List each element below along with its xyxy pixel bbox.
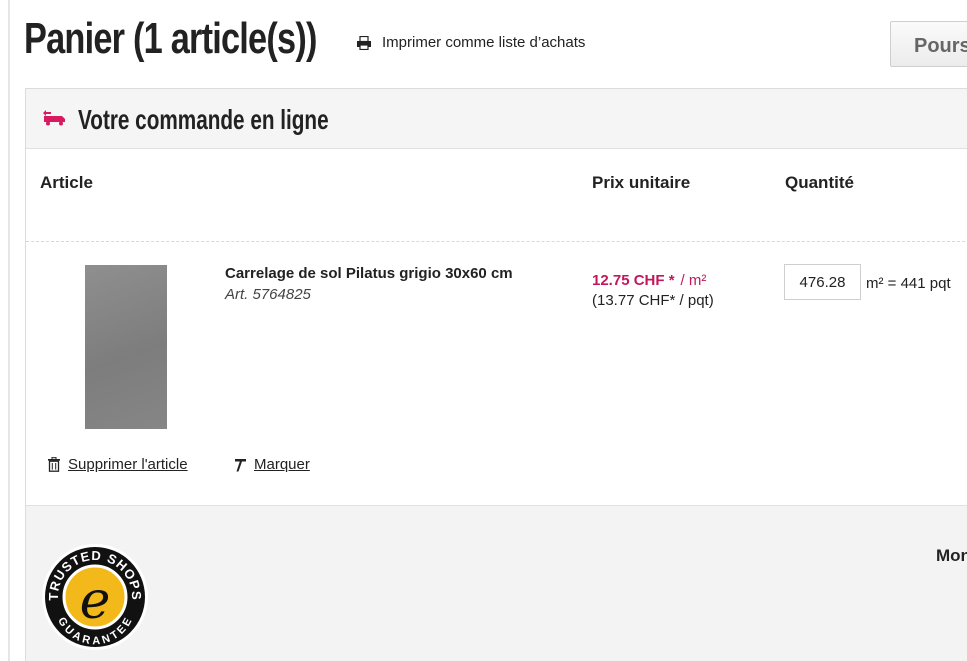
printer-icon xyxy=(357,35,371,50)
column-header-article: Article xyxy=(40,173,93,192)
unit-price-unit: / m² xyxy=(680,272,707,289)
column-header-unit-price: Prix unitaire xyxy=(592,173,691,192)
delete-item-link[interactable]: Supprimer l'article xyxy=(47,456,188,473)
print-shopping-list-link[interactable]: Imprimer comme liste d’achats xyxy=(356,34,585,51)
trusted-shops-badge[interactable]: TRUSTED SHOPS GUARANTEE e xyxy=(40,542,150,652)
package-price: (13.77 CHF* / pqt) xyxy=(592,292,714,309)
cart-summary-area: TRUSTED SHOPS GUARANTEE e Montant xyxy=(26,505,967,661)
quantity-input[interactable] xyxy=(784,264,861,300)
print-shopping-list-label: Imprimer comme liste d’achats xyxy=(382,34,586,51)
unit-price-value: 12.75 CHF * xyxy=(592,272,675,289)
unit-price: 12.75 CHF * / m² xyxy=(592,272,706,289)
trash-icon xyxy=(48,457,60,472)
mark-icon xyxy=(235,458,246,471)
mark-item-link[interactable]: Marquer xyxy=(234,456,310,473)
delivery-truck-icon xyxy=(43,110,65,126)
summary-amount-label: Montant xyxy=(936,546,967,565)
product-name-link[interactable]: Carrelage de sol Pilatus grigio 30x60 cm xyxy=(225,265,513,282)
row-divider xyxy=(26,241,967,242)
order-panel-title: Votre commande en ligne xyxy=(78,104,329,135)
order-panel: Votre commande en ligne Article Prix uni… xyxy=(25,88,967,661)
continue-shopping-label: Poursuivre xyxy=(914,35,967,57)
page-left-border xyxy=(8,0,10,661)
mark-item-label: Marquer xyxy=(254,456,310,473)
continue-shopping-button[interactable]: Poursuivre xyxy=(890,21,967,67)
column-header-quantity: Quantité xyxy=(785,173,854,192)
product-article-number: Art. 5764825 xyxy=(225,286,311,303)
order-panel-header: Votre commande en ligne xyxy=(26,89,967,149)
badge-letter: e xyxy=(80,571,111,631)
product-image[interactable] xyxy=(85,265,167,429)
page-title: Panier (1 article(s)) xyxy=(24,14,317,63)
delete-item-label: Supprimer l'article xyxy=(68,456,188,473)
quantity-conversion: m² = 441 pqt xyxy=(866,275,951,292)
